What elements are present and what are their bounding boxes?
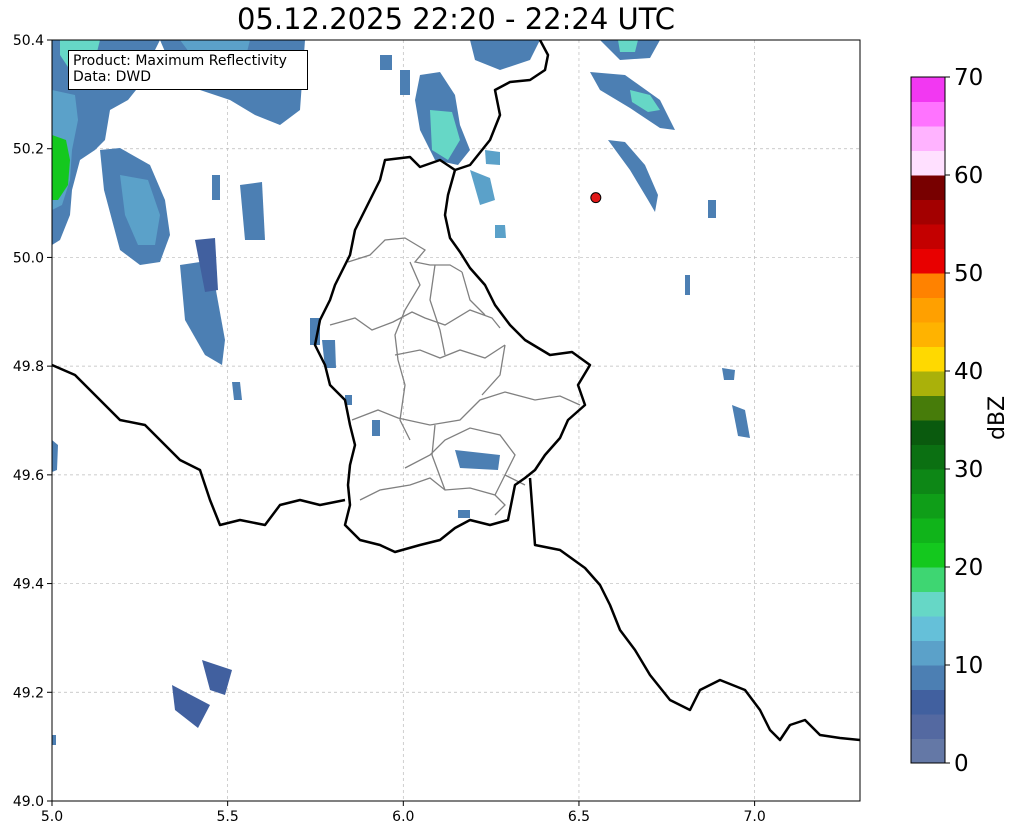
colorbar-segment	[911, 175, 945, 200]
colorbar-segment	[911, 567, 945, 592]
y-tick-label: 49.8	[13, 359, 44, 375]
colorbar-segment	[911, 665, 945, 690]
colorbar-segment	[911, 591, 945, 617]
echo-cell-north1	[380, 55, 392, 70]
colorbar-segment	[911, 150, 945, 176]
echo-cell-lux4	[372, 420, 380, 436]
colorbar-segment	[911, 126, 945, 151]
colorbar-segment	[911, 689, 945, 715]
colorbar-tick-label: 50	[954, 261, 983, 287]
colorbar-tick-label: 30	[954, 457, 983, 483]
y-tick-label: 49.2	[13, 685, 44, 701]
colorbar-segment	[911, 371, 945, 396]
x-tick-label: 5.0	[41, 809, 63, 825]
echo-cell-g	[52, 735, 56, 745]
colorbar-segment	[911, 420, 945, 445]
colorbar-segment	[911, 101, 945, 127]
echo-cell-lux6	[458, 510, 470, 518]
echo-cell-ne7	[685, 275, 690, 295]
y-tick-label: 50.0	[13, 250, 44, 266]
colorbar-segment	[911, 395, 945, 421]
colorbar-segment	[911, 469, 945, 494]
colorbar-segment	[911, 224, 945, 249]
colorbar-segment	[911, 297, 945, 323]
colorbar-tick-label: 0	[954, 751, 969, 777]
echo-cell-f	[52, 440, 58, 472]
colorbar-segment	[911, 542, 945, 568]
colorbar-tick-label: 10	[954, 653, 983, 679]
colorbar-segment	[911, 493, 945, 519]
y-tick-label: 50.2	[13, 142, 44, 158]
data-source-label: Data: DWD	[73, 69, 151, 85]
echo-cell-ne2-core	[618, 40, 638, 52]
colorbar-segment	[911, 518, 945, 543]
colorbar-tick-label: 40	[954, 359, 983, 385]
x-tick-label: 5.5	[217, 809, 239, 825]
echo-cell-ne4	[708, 200, 716, 218]
echo-cell-north4	[485, 150, 500, 165]
station-marker[interactable]	[590, 192, 602, 204]
colorbar-label: dBZ	[985, 395, 1010, 440]
product-label: Product: Maximum Reflectivity	[73, 53, 287, 69]
colorbar-tick-label: 20	[954, 555, 983, 581]
colorbar-segment	[911, 199, 945, 225]
colorbar: 0 10 20 30 40 50 60 70	[910, 65, 983, 777]
colorbar-segment	[911, 444, 945, 470]
y-tick-label: 49.6	[13, 468, 44, 484]
colorbar-segment	[911, 616, 945, 641]
colorbar-tick-label: 60	[954, 163, 983, 189]
colorbar-segment	[911, 273, 945, 298]
y-tick-label: 49.0	[13, 794, 44, 810]
colorbar-segment	[911, 248, 945, 274]
x-tick-label: 7.0	[743, 809, 765, 825]
colorbar-segment	[911, 738, 945, 764]
echo-cell-d	[212, 175, 220, 200]
x-tick-label: 6.5	[568, 809, 590, 825]
colorbar-segment	[911, 77, 945, 102]
colorbar-segment	[911, 346, 945, 372]
colorbar-segment	[911, 640, 945, 666]
echo-cell-north5	[495, 225, 506, 238]
colorbar-segment	[911, 322, 945, 347]
echo-cell-north7	[400, 70, 410, 95]
y-tick-label: 50.4	[13, 33, 44, 49]
echo-cell-ne5	[722, 368, 735, 380]
radar-map[interactable]: 5.0 5.5 6.0 6.5 7.0 49.0 49.2 49.4 49.6 49.8 50.0 5…	[0, 0, 1023, 834]
x-tick-label: 6.0	[392, 809, 414, 825]
info-box: Product: Maximum Reflectivity Data: DWD	[68, 50, 308, 90]
colorbar-segment	[911, 714, 945, 739]
colorbar-tick-label: 70	[954, 65, 983, 91]
y-tick-label: 49.4	[13, 577, 44, 593]
